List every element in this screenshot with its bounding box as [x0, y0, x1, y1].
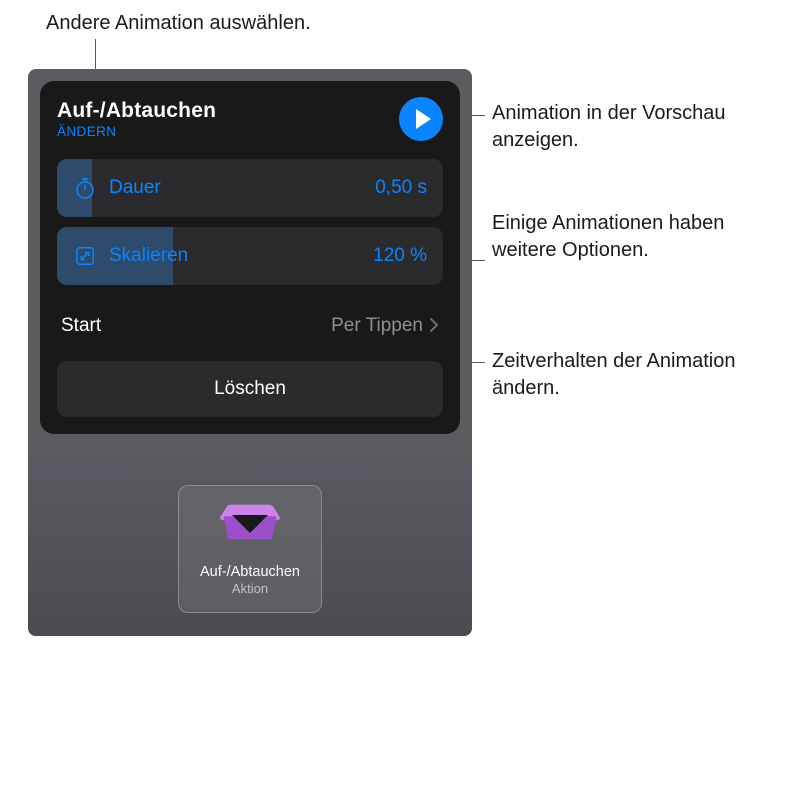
scale-value: 120 %: [373, 245, 427, 267]
scale-icon: [73, 244, 97, 268]
animation-popover: Auf-/Abtauchen ÄNDERN: [40, 81, 460, 434]
animation-panel: Auf-/Abtauchen Aktion Auf-/Abtauchen ÄND…: [28, 69, 472, 636]
token-sublabel: Aktion: [232, 581, 268, 596]
callout-preview: Animation in der Vorschau anzeigen.: [492, 100, 772, 154]
preview-play-button[interactable]: [399, 97, 443, 141]
effects-tray: Auf-/Abtauchen Aktion: [28, 461, 472, 636]
animation-token[interactable]: Auf-/Abtauchen Aktion: [178, 485, 322, 613]
start-row[interactable]: Start Per Tippen: [57, 295, 443, 357]
duration-label: Dauer: [109, 177, 161, 199]
title-block: Auf-/Abtauchen ÄNDERN: [57, 99, 216, 139]
delete-button[interactable]: Löschen: [57, 361, 443, 417]
change-animation-link[interactable]: ÄNDERN: [57, 124, 216, 139]
callout-options: Einige Animationen haben weitere Optione…: [492, 210, 772, 264]
play-icon: [416, 109, 431, 129]
scale-label: Skalieren: [109, 245, 188, 267]
chevron-right-icon: [429, 313, 439, 339]
scale-row[interactable]: Skalieren 120 %: [57, 227, 443, 285]
start-value: Per Tippen: [331, 315, 423, 337]
duration-value: 0,50 s: [375, 177, 427, 199]
start-label: Start: [61, 315, 101, 337]
popover-header: Auf-/Abtauchen ÄNDERN: [57, 99, 443, 141]
duration-row[interactable]: Dauer 0,50 s: [57, 159, 443, 217]
popover-tail: [232, 515, 268, 533]
token-label: Auf-/Abtauchen: [200, 564, 300, 580]
animation-title: Auf-/Abtauchen: [57, 99, 216, 123]
stopwatch-icon: [73, 176, 97, 200]
callout-timing: Zeitverhalten der Animation ändern.: [492, 348, 772, 402]
callout-change: Andere Animation auswählen.: [46, 10, 311, 37]
